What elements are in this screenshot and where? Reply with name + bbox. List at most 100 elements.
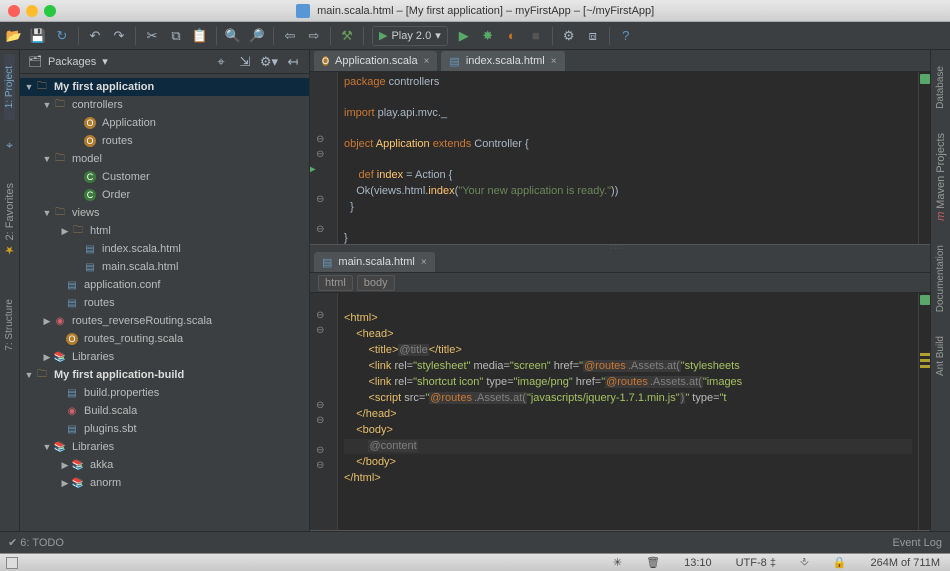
project-structure-icon[interactable]: ⧈ (585, 28, 601, 44)
tab-label: main.scala.html (338, 256, 414, 268)
tree-folder-html[interactable]: ▶🗀html (20, 222, 309, 240)
tree-item-application[interactable]: OApplication (20, 114, 309, 132)
tree-folder-views[interactable]: ▼🗀views (20, 204, 309, 222)
back-icon[interactable]: ⇦ (282, 28, 298, 44)
editor-breadcrumb: html body (310, 273, 930, 293)
code-body-bottom[interactable]: <html> <head> <title>@title</title> <lin… (338, 293, 918, 530)
editor-area: O Application.scala × ▤ index.scala.html… (310, 50, 930, 531)
toolbar-separator (78, 27, 79, 45)
tool-maven[interactable]: m Maven Projects (935, 121, 947, 233)
tool-favorites[interactable]: ★ 2: Favorites (3, 171, 16, 268)
toolbar-separator (363, 27, 364, 45)
code-body-top[interactable]: package controllers import play.api.mvc.… (338, 72, 918, 244)
tool-documentation[interactable]: Documentation (935, 233, 946, 324)
tool-project-icon[interactable]: ⌖ (6, 138, 13, 153)
memory-indicator[interactable]: 264M of 711M (870, 557, 940, 569)
settings-icon[interactable]: ⚙ (561, 28, 577, 44)
lock-icon[interactable]: 🔒 (833, 556, 847, 569)
tree-file-main-html[interactable]: ▤main.scala.html (20, 258, 309, 276)
tree-file-build-props[interactable]: ▤build.properties (20, 384, 309, 402)
scroll-from-source-icon[interactable]: ⌖ (213, 54, 229, 70)
forward-icon[interactable]: ⇨ (306, 28, 322, 44)
tree-libraries2[interactable]: ▼📚Libraries (20, 438, 309, 456)
breadcrumb-html[interactable]: html (318, 275, 353, 291)
coverage-icon[interactable]: ◐ (504, 28, 520, 44)
close-tab-icon[interactable]: × (424, 56, 430, 67)
toolbar-separator (552, 27, 553, 45)
redo-icon[interactable]: ↷ (111, 28, 127, 44)
replace-icon[interactable]: 🔎 (249, 28, 265, 44)
tree-libraries1[interactable]: ▶📚Libraries (20, 348, 309, 366)
tool-windows-toggle[interactable] (6, 557, 18, 569)
debug-button[interactable]: ✸ (480, 28, 496, 44)
panel-title[interactable]: Packages (48, 56, 96, 68)
right-tool-gutter: Database m Maven Projects Documentation … (930, 50, 950, 531)
tree-file-routes2[interactable]: ▤routes (20, 294, 309, 312)
tree-file-build-scala[interactable]: ◉Build.scala (20, 402, 309, 420)
tree-file-routes-routing[interactable]: Oroutes_routing.scala (20, 330, 309, 348)
gc-icon[interactable]: 🗑 (646, 556, 660, 569)
tree-folder-controllers[interactable]: ▼🗀controllers (20, 96, 309, 114)
breadcrumb-body[interactable]: body (357, 275, 395, 291)
project-panel-header: 🗂 Packages ▾ ⌖ ⇲ ⚙▾ ↤ (20, 50, 309, 74)
html-file-icon: ▤ (449, 55, 459, 68)
status-bar: ✔ 6: TODO Event Log (0, 531, 950, 553)
close-tab-icon[interactable]: × (551, 56, 557, 67)
tree-file-plugins-sbt[interactable]: ▤plugins.sbt (20, 420, 309, 438)
maven-label: Maven Projects (935, 133, 947, 209)
undo-icon[interactable]: ↶ (87, 28, 103, 44)
todo-tool[interactable]: ✔ 6: TODO (8, 536, 64, 549)
tool-database[interactable]: Database (935, 54, 946, 121)
open-icon[interactable]: 📂 (6, 28, 22, 44)
tool-ant[interactable]: Ant Build (935, 324, 946, 388)
tab-application-scala[interactable]: O Application.scala × (314, 51, 437, 71)
marker-strip-top[interactable] (918, 72, 930, 244)
close-tab-icon[interactable]: × (421, 257, 427, 268)
run-button[interactable]: ▶ (456, 28, 472, 44)
bg-process-icon[interactable]: ✳ (613, 556, 622, 569)
tree-lib-akka[interactable]: ▶📚akka (20, 456, 309, 474)
tree-file-reverse-routing[interactable]: ▶◉routes_reverseRouting.scala (20, 312, 309, 330)
tab-index-scala-html[interactable]: ▤ index.scala.html × (441, 51, 564, 71)
chevron-down-icon[interactable]: ▾ (102, 55, 108, 68)
tab-main-scala-html[interactable]: ▤ main.scala.html × (314, 252, 435, 272)
tool-project[interactable]: 1: Project (4, 54, 15, 120)
tree-file-index-html[interactable]: ▤index.scala.html (20, 240, 309, 258)
tree-folder-model[interactable]: ▼🗀model (20, 150, 309, 168)
marker-strip-bottom[interactable] (918, 293, 930, 530)
cut-icon[interactable]: ✂ (144, 28, 160, 44)
tree-lib-anorm[interactable]: ▶📚anorm (20, 474, 309, 492)
tree-item-order[interactable]: COrder (20, 186, 309, 204)
save-icon[interactable]: 💾 (30, 28, 46, 44)
hide-panel-icon[interactable]: ↤ (285, 54, 301, 70)
help-icon[interactable]: ? (618, 28, 634, 44)
tool-structure[interactable]: 7: Structure (4, 287, 15, 363)
insert-mode-icon[interactable]: ⎀ (800, 556, 809, 569)
tree-root-build[interactable]: ▼🗀My first application-build (20, 366, 309, 384)
chevron-down-icon: ▾ (435, 29, 441, 42)
encoding-indicator[interactable]: UTF-8 ‡ (736, 557, 776, 569)
gear-icon[interactable]: ⚙▾ (261, 54, 277, 70)
tree-file-app-conf[interactable]: ▤application.conf (20, 276, 309, 294)
code-editor-bottom[interactable]: ⊖ ⊖ ⊖ ⊖ ⊖ ⊖ <html> <head> <title>@title<… (310, 293, 930, 530)
paste-icon[interactable]: 📋 (192, 28, 208, 44)
event-log-button[interactable]: Event Log (892, 537, 942, 549)
build-icon[interactable]: ⚒ (339, 28, 355, 44)
editor-tabs-top: O Application.scala × ▤ index.scala.html… (310, 50, 930, 72)
copy-icon[interactable]: ⧉ (168, 28, 184, 44)
code-editor-top[interactable]: ⊖ ▶ ⊖ ⊖ ⊖ package controllers import pla… (310, 72, 930, 244)
line-column-indicator[interactable]: 13:10 (684, 557, 712, 569)
sync-icon[interactable]: ↻ (54, 28, 70, 44)
collapse-icon[interactable]: ⇲ (237, 54, 253, 70)
tree-item-customer[interactable]: CCustomer (20, 168, 309, 186)
favorites-label: 2: Favorites (4, 183, 16, 240)
project-panel: 🗂 Packages ▾ ⌖ ⇲ ⚙▾ ↤ ▼🗀My first applica… (20, 50, 310, 531)
find-icon[interactable]: 🔍 (225, 28, 241, 44)
stop-icon[interactable]: ■ (528, 28, 544, 44)
gutter-top: ⊖ ▶ ⊖ ⊖ ⊖ (310, 72, 338, 244)
file-type-icon (296, 4, 310, 18)
scala-file-icon: O (322, 55, 329, 67)
tree-item-routes[interactable]: Oroutes (20, 132, 309, 150)
run-config-selector[interactable]: ▶ Play 2.0 ▾ (372, 26, 448, 46)
tree-root-app[interactable]: ▼🗀My first application (20, 78, 309, 96)
